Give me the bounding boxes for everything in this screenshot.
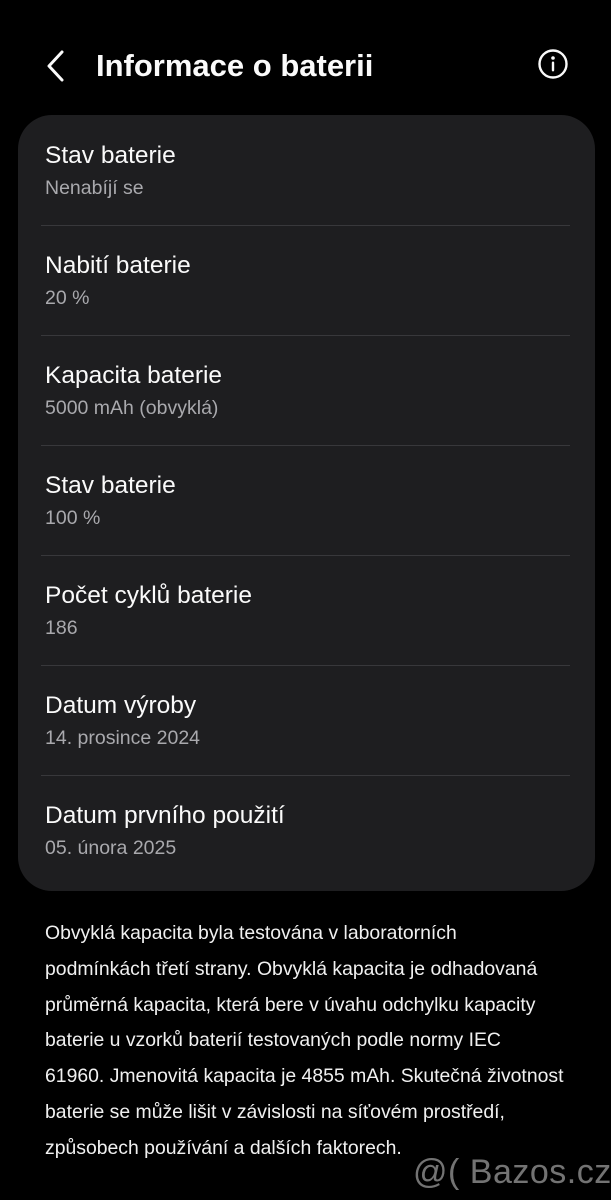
battery-charge-item: Nabití baterie 20 % [18,225,595,335]
page-title: Informace o baterii [96,48,374,83]
battery-charge-title: Nabití baterie [45,252,191,279]
first-use-date-value: 05. února 2025 [45,837,177,859]
battery-health-item: Stav baterie 100 % [18,445,595,555]
back-button[interactable] [36,44,76,88]
battery-capacity-value: 5000 mAh (obvyklá) [45,397,219,419]
battery-status-value: Nenabíjí se [45,177,144,199]
first-use-date-item: Datum prvního použití 05. února 2025 [18,775,595,885]
capacity-description: Obvyklá kapacita byla testována v labora… [45,922,564,1159]
info-button[interactable] [535,45,571,83]
battery-info-card: Stav baterie Nenabíjí se Nabití baterie … [18,115,595,891]
battery-cycles-title: Počet cyklů baterie [45,582,252,609]
battery-cycles-value: 186 [45,617,78,639]
manufacture-date-title: Datum výroby [45,692,197,719]
battery-status-title: Stav baterie [45,142,176,169]
battery-charge-value: 20 % [45,287,90,309]
battery-status-item: Stav baterie Nenabíjí se [18,115,595,225]
battery-cycles-item: Počet cyklů baterie 186 [18,555,595,665]
first-use-date-title: Datum prvního použití [45,802,285,829]
battery-health-title: Stav baterie [45,472,176,499]
battery-health-value: 100 % [45,507,101,529]
info-circle-icon [538,49,568,79]
battery-capacity-item: Kapacita baterie 5000 mAh (obvyklá) [18,335,595,445]
manufacture-date-value: 14. prosince 2024 [45,727,201,749]
bazos-watermark: @( Bazos.cz [413,1153,611,1191]
battery-capacity-title: Kapacita baterie [45,362,223,389]
header-bar: Informace o baterii [0,0,611,130]
manufacture-date-item: Datum výroby 14. prosince 2024 [18,665,595,775]
chevron-left-icon [47,50,64,82]
